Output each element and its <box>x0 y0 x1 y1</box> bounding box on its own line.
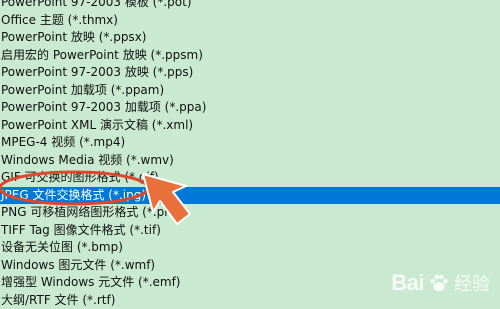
file-type-option[interactable]: TIFF Tag 图像文件格式 (*.tif) <box>0 222 500 240</box>
file-type-option[interactable]: PowerPoint 放映 (*.ppsx) <box>0 29 500 47</box>
file-type-option[interactable]: PowerPoint 97-2003 放映 (*.pps) <box>0 64 500 82</box>
file-type-option-selected[interactable]: JPEG 文件交换格式 (*.jpg) <box>0 187 500 205</box>
file-type-option[interactable]: 大纲/RTF 文件 (*.rtf) <box>0 292 500 309</box>
file-type-option[interactable]: MPEG-4 视频 (*.mp4) <box>0 134 500 152</box>
file-type-option[interactable]: PowerPoint XML 演示文稿 (*.xml) <box>0 117 500 135</box>
file-type-option[interactable]: PowerPoint 加载项 (*.ppam) <box>0 82 500 100</box>
file-type-option[interactable]: Windows Media 视频 (*.wmv) <box>0 152 500 170</box>
file-type-option[interactable]: PNG 可移植网络图形格式 (*.png) <box>0 204 500 222</box>
file-type-option[interactable]: PowerPoint 97-2003 加载项 (*.ppa) <box>0 99 500 117</box>
file-type-option[interactable]: Office 主题 (*.thmx) <box>0 12 500 30</box>
file-type-option[interactable]: 增强型 Windows 元文件 (*.emf) <box>0 274 500 292</box>
file-type-option[interactable]: GIF 可交换的图形格式 (*.gif) <box>0 169 500 187</box>
file-type-dropdown-list[interactable]: PowerPoint 97-2003 模板 (*.pot)Office 主题 (… <box>0 0 500 309</box>
file-type-option[interactable]: Windows 图元文件 (*.wmf) <box>0 257 500 275</box>
file-type-option[interactable]: 启用宏的 PowerPoint 放映 (*.ppsm) <box>0 47 500 65</box>
file-type-option[interactable]: PowerPoint 97-2003 模板 (*.pot) <box>0 0 500 12</box>
file-type-option[interactable]: 设备无关位图 (*.bmp) <box>0 239 500 257</box>
